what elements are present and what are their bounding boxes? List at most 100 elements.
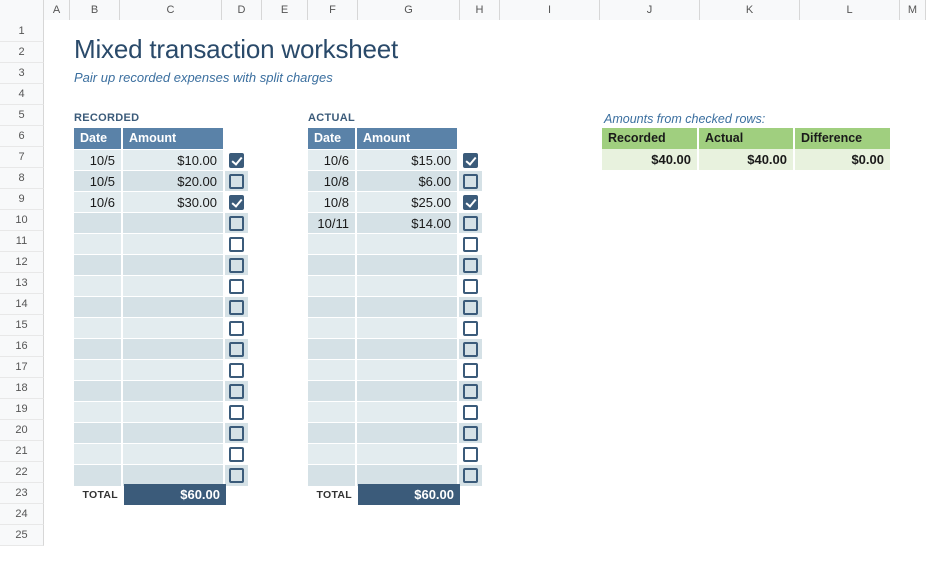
actual-amount-cell[interactable] — [356, 465, 458, 486]
row-number-3[interactable]: 3 — [0, 63, 44, 84]
column-header-C[interactable]: C — [120, 0, 222, 20]
actual-checkbox[interactable] — [463, 174, 478, 189]
recorded-date-cell[interactable] — [74, 444, 122, 465]
actual-date-cell[interactable]: 10/6 — [308, 150, 356, 171]
recorded-amount-cell[interactable] — [122, 360, 224, 381]
row-number-23[interactable]: 23 — [0, 483, 44, 504]
actual-date-cell[interactable]: 10/8 — [308, 192, 356, 213]
select-all-corner[interactable] — [0, 0, 44, 20]
recorded-checkbox[interactable] — [229, 174, 244, 189]
actual-date-cell[interactable] — [308, 360, 356, 381]
recorded-date-cell[interactable] — [74, 381, 122, 402]
actual-amount-cell[interactable] — [356, 381, 458, 402]
column-header-B[interactable]: B — [70, 0, 120, 20]
recorded-amount-cell[interactable] — [122, 444, 224, 465]
row-number-9[interactable]: 9 — [0, 189, 44, 210]
recorded-amount-cell[interactable] — [122, 234, 224, 255]
row-number-13[interactable]: 13 — [0, 273, 44, 294]
row-number-22[interactable]: 22 — [0, 462, 44, 483]
recorded-checkbox[interactable] — [229, 426, 244, 441]
actual-amount-cell[interactable] — [356, 318, 458, 339]
actual-checkbox[interactable] — [463, 258, 478, 273]
recorded-amount-cell[interactable] — [122, 402, 224, 423]
recorded-date-cell[interactable]: 10/5 — [74, 171, 122, 192]
column-header-J[interactable]: J — [600, 0, 700, 20]
actual-amount-cell[interactable]: $15.00 — [356, 150, 458, 171]
actual-amount-cell[interactable] — [356, 297, 458, 318]
recorded-date-cell[interactable] — [74, 360, 122, 381]
recorded-amount-cell[interactable] — [122, 276, 224, 297]
recorded-date-cell[interactable] — [74, 423, 122, 444]
recorded-amount-cell[interactable]: $30.00 — [122, 192, 224, 213]
recorded-amount-cell[interactable]: $10.00 — [122, 150, 224, 171]
recorded-date-cell[interactable] — [74, 276, 122, 297]
actual-checkbox[interactable] — [463, 321, 478, 336]
actual-amount-cell[interactable]: $25.00 — [356, 192, 458, 213]
actual-checkbox[interactable] — [463, 279, 478, 294]
row-number-10[interactable]: 10 — [0, 210, 44, 231]
row-number-21[interactable]: 21 — [0, 441, 44, 462]
recorded-checkbox[interactable] — [229, 153, 244, 168]
actual-checkbox[interactable] — [463, 384, 478, 399]
actual-amount-cell[interactable] — [356, 360, 458, 381]
actual-checkbox[interactable] — [463, 216, 478, 231]
actual-checkbox[interactable] — [463, 195, 478, 210]
recorded-checkbox[interactable] — [229, 468, 244, 483]
actual-amount-cell[interactable] — [356, 339, 458, 360]
recorded-date-cell[interactable] — [74, 402, 122, 423]
recorded-amount-cell[interactable] — [122, 213, 224, 234]
recorded-checkbox[interactable] — [229, 279, 244, 294]
actual-date-cell[interactable] — [308, 381, 356, 402]
actual-checkbox[interactable] — [463, 300, 478, 315]
recorded-date-cell[interactable]: 10/5 — [74, 150, 122, 171]
column-header-A[interactable]: A — [44, 0, 70, 20]
recorded-amount-cell[interactable] — [122, 423, 224, 444]
actual-amount-cell[interactable] — [356, 423, 458, 444]
actual-checkbox[interactable] — [463, 447, 478, 462]
recorded-amount-cell[interactable] — [122, 339, 224, 360]
row-number-18[interactable]: 18 — [0, 378, 44, 399]
recorded-amount-cell[interactable] — [122, 465, 224, 486]
row-number-11[interactable]: 11 — [0, 231, 44, 252]
actual-date-cell[interactable] — [308, 318, 356, 339]
recorded-date-cell[interactable] — [74, 297, 122, 318]
actual-checkbox[interactable] — [463, 237, 478, 252]
row-number-12[interactable]: 12 — [0, 252, 44, 273]
recorded-checkbox[interactable] — [229, 216, 244, 231]
actual-date-cell[interactable] — [308, 297, 356, 318]
row-number-20[interactable]: 20 — [0, 420, 44, 441]
recorded-date-cell[interactable] — [74, 465, 122, 486]
recorded-date-cell[interactable] — [74, 234, 122, 255]
row-number-7[interactable]: 7 — [0, 147, 44, 168]
actual-checkbox[interactable] — [463, 405, 478, 420]
recorded-date-cell[interactable] — [74, 255, 122, 276]
row-number-1[interactable]: 1 — [0, 20, 44, 42]
actual-date-cell[interactable] — [308, 444, 356, 465]
actual-date-cell[interactable]: 10/11 — [308, 213, 356, 234]
row-number-24[interactable]: 24 — [0, 504, 44, 525]
sheet-canvas[interactable]: Mixed transaction worksheet Pair up reco… — [44, 20, 926, 567]
column-header-M[interactable]: M — [900, 0, 926, 20]
actual-amount-cell[interactable] — [356, 444, 458, 465]
recorded-checkbox[interactable] — [229, 300, 244, 315]
recorded-checkbox[interactable] — [229, 237, 244, 252]
actual-date-cell[interactable] — [308, 402, 356, 423]
actual-date-cell[interactable] — [308, 276, 356, 297]
recorded-date-cell[interactable]: 10/6 — [74, 192, 122, 213]
column-header-F[interactable]: F — [308, 0, 358, 20]
recorded-checkbox[interactable] — [229, 447, 244, 462]
row-number-8[interactable]: 8 — [0, 168, 44, 189]
actual-date-cell[interactable] — [308, 234, 356, 255]
row-number-16[interactable]: 16 — [0, 336, 44, 357]
recorded-date-cell[interactable] — [74, 213, 122, 234]
row-number-17[interactable]: 17 — [0, 357, 44, 378]
recorded-date-cell[interactable] — [74, 339, 122, 360]
actual-date-cell[interactable] — [308, 339, 356, 360]
column-header-E[interactable]: E — [262, 0, 308, 20]
recorded-amount-cell[interactable] — [122, 381, 224, 402]
actual-checkbox[interactable] — [463, 363, 478, 378]
row-number-5[interactable]: 5 — [0, 105, 44, 126]
actual-date-cell[interactable] — [308, 423, 356, 444]
recorded-checkbox[interactable] — [229, 195, 244, 210]
column-header-I[interactable]: I — [500, 0, 600, 20]
